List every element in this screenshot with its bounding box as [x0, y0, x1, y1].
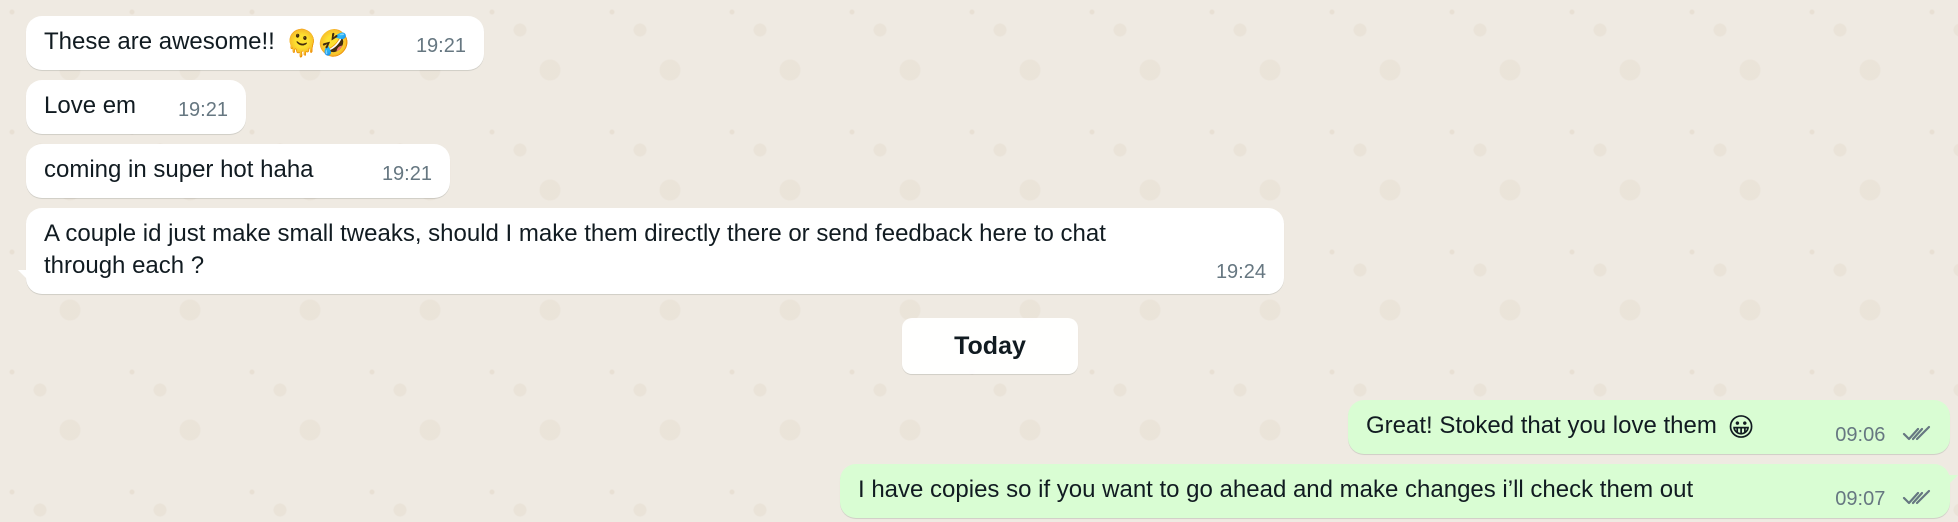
message-time: 19:21 [415, 35, 466, 57]
message-text: I have copies so if you want to go ahead… [858, 476, 1694, 503]
message-time: 19:21 [177, 99, 228, 121]
message-text: coming in super hot haha [44, 156, 314, 183]
double-check-icon [1902, 488, 1932, 508]
message-time: 19:24 [1215, 261, 1266, 283]
outgoing-message[interactable]: Great! Stoked that you love them 😀 09:06 [1348, 400, 1950, 454]
chat-thread: These are awesome!! 🫠🤣 19:21 Love em 19:… [0, 0, 1958, 522]
message-text: Great! Stoked that you love them [1366, 412, 1717, 439]
incoming-message[interactable]: coming in super hot haha 19:21 [26, 144, 450, 198]
incoming-message[interactable]: These are awesome!! 🫠🤣 19:21 [26, 16, 484, 70]
emoji-reaction: 😀 [1727, 411, 1755, 442]
message-text: Love em [44, 92, 137, 119]
message-time: 19:21 [381, 163, 432, 185]
message-text-line-2: through each ? [44, 252, 205, 279]
incoming-message[interactable]: A couple id just make small tweaks, shou… [26, 208, 1284, 294]
message-time: 09:06 [1835, 424, 1886, 446]
message-time: 09:07 [1835, 488, 1886, 510]
double-check-icon [1902, 424, 1932, 444]
date-divider: Today [902, 318, 1078, 374]
message-text-line-1: A couple id just make small tweaks, shou… [44, 220, 1106, 247]
outgoing-message[interactable]: I have copies so if you want to go ahead… [840, 464, 1950, 518]
emoji-reaction: 🫠🤣 [285, 27, 351, 58]
message-text: These are awesome!! [44, 28, 275, 55]
incoming-message[interactable]: Love em 19:21 [26, 80, 246, 134]
